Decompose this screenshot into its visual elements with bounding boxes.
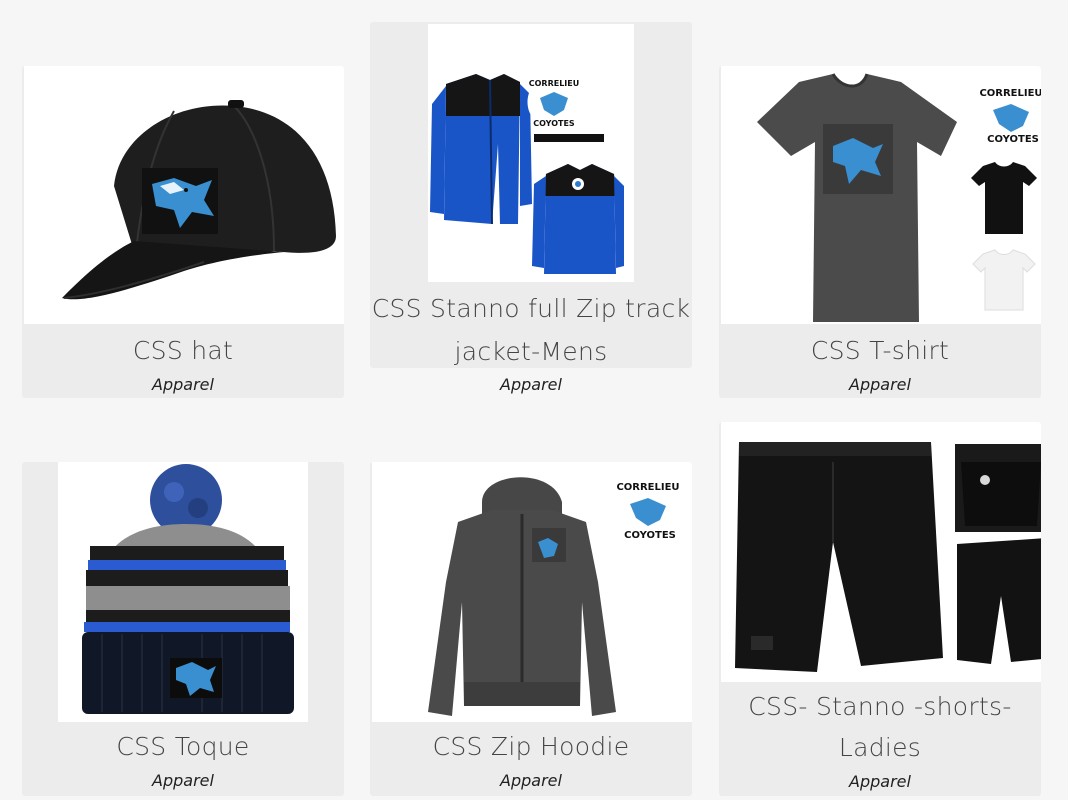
product-category: Apparel — [500, 375, 562, 394]
product-title[interactable]: CSS Zip Hoodie — [370, 728, 692, 766]
product-title[interactable]: CSS T-shirt — [719, 332, 1041, 370]
track-jacket-icon: CORRELIEU COYOTES — [430, 74, 624, 274]
product-card-shorts[interactable]: CSS- Stanno -shorts- Ladies Apparel — [719, 422, 1041, 796]
baseball-cap-icon — [62, 100, 336, 300]
product-image-zip-hoodie[interactable]: CORRELIEU COYOTES — [372, 462, 692, 722]
product-image-hat[interactable] — [24, 66, 344, 324]
svg-text:CORRELIEU: CORRELIEU — [979, 88, 1041, 99]
product-image-track-jacket[interactable]: CORRELIEU COYOTES — [428, 24, 634, 282]
product-title[interactable]: CSS Toque — [22, 728, 344, 766]
product-title-line1[interactable]: CSS- Stanno -shorts- — [719, 688, 1041, 726]
product-title[interactable]: CSS hat — [22, 332, 344, 370]
product-card-zip-hoodie[interactable]: CORRELIEU COYOTES CSS Zip Hoodie Apparel — [370, 462, 692, 796]
toque-icon — [82, 464, 294, 714]
product-card-toque[interactable]: CSS Toque Apparel — [22, 462, 344, 796]
product-image-toque[interactable] — [58, 462, 308, 722]
product-image-t-shirt[interactable]: CORRELIEU COYOTES — [721, 66, 1041, 324]
svg-text:COYOTES: COYOTES — [987, 134, 1039, 145]
product-category: Apparel — [500, 771, 562, 790]
shorts-icon — [735, 442, 1041, 672]
product-category: Apparel — [849, 772, 911, 791]
product-grid: CSS hat Apparel CORRELIEU COYOTES CSS St… — [0, 0, 1068, 800]
zip-hoodie-icon: CORRELIEU COYOTES — [428, 474, 684, 716]
product-card-track-jacket[interactable]: CORRELIEU COYOTES CSS Stanno full Zip tr… — [370, 22, 692, 368]
product-title-line1[interactable]: CSS Stanno full Zip track — [370, 290, 692, 328]
svg-text:COYOTES: COYOTES — [624, 530, 676, 541]
svg-text:COYOTES: COYOTES — [533, 119, 575, 128]
svg-text:CORRELIEU: CORRELIEU — [529, 79, 580, 88]
product-category: Apparel — [849, 375, 911, 394]
product-image-shorts[interactable] — [721, 422, 1041, 682]
product-card-hat[interactable]: CSS hat Apparel — [22, 66, 344, 398]
product-category: Apparel — [152, 375, 214, 394]
svg-text:CORRELIEU: CORRELIEU — [616, 482, 679, 493]
t-shirt-icon: CORRELIEU COYOTES — [757, 73, 1041, 322]
product-category: Apparel — [152, 771, 214, 790]
product-title-line2[interactable]: Ladies — [719, 729, 1041, 767]
product-title-line2[interactable]: jacket-Mens — [370, 333, 692, 368]
product-card-t-shirt[interactable]: CORRELIEU COYOTES CSS T-shirt Apparel — [719, 66, 1041, 398]
